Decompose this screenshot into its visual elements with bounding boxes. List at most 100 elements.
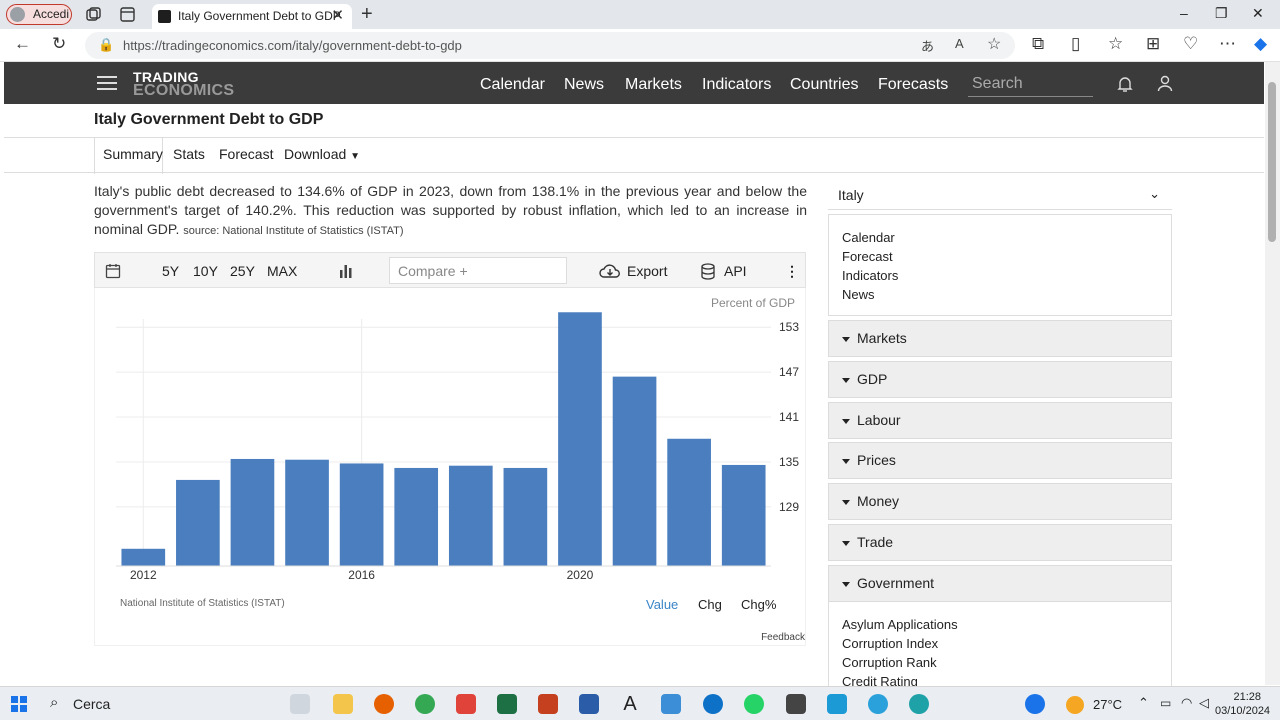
chg-tab[interactable]: Chg <box>698 597 722 612</box>
sidebar-item-corruption-index[interactable]: Corruption Index <box>842 634 1158 653</box>
volume-icon[interactable]: ◁ <box>1199 695 1209 711</box>
telegram-icon[interactable] <box>868 694 888 714</box>
read-aloud-icon[interactable]: A <box>955 36 964 51</box>
country-select[interactable]: Italy ⌄ <box>828 178 1172 210</box>
bar-2018[interactable] <box>448 465 493 566</box>
profile-button[interactable]: Accedi <box>6 4 72 25</box>
nav-countries[interactable]: Countries <box>790 76 858 94</box>
nav-calendar[interactable]: Calendar <box>480 76 545 94</box>
search-input[interactable]: Search <box>968 73 1093 97</box>
firefox-icon[interactable] <box>374 694 394 714</box>
chart-type-bar-icon[interactable] <box>339 264 353 278</box>
tab-download[interactable]: Download ▼ <box>284 146 360 162</box>
temperature[interactable]: 27°C <box>1093 697 1122 712</box>
browser-tab-active[interactable]: Italy Government Debt to GDP ✕ <box>152 4 352 29</box>
clock[interactable]: 21:28 03/10/2024 <box>1215 690 1270 718</box>
user-account-icon[interactable] <box>1157 75 1173 92</box>
cloud-download-icon[interactable] <box>599 263 621 279</box>
favorite-star-icon[interactable]: ☆ <box>987 34 1001 54</box>
store-icon[interactable] <box>827 694 847 714</box>
sidebar-link-forecast[interactable]: Forecast <box>842 247 1158 266</box>
bar-2013[interactable] <box>176 479 220 566</box>
file-explorer-icon[interactable] <box>333 694 353 714</box>
copilot-icon[interactable]: ◆ <box>1254 34 1267 54</box>
calendar-icon[interactable] <box>105 263 121 279</box>
collections-icon[interactable]: ⊞ <box>1146 34 1160 54</box>
back-icon[interactable]: ← <box>14 34 31 54</box>
translate-icon[interactable]: あ <box>921 36 934 55</box>
weather-icon[interactable] <box>1066 696 1084 714</box>
task-view-icon[interactable] <box>290 694 310 714</box>
tray-chevron-up-icon[interactable]: ⌃ <box>1138 695 1149 711</box>
taskbar-search[interactable]: Cerca <box>73 696 110 712</box>
lock-icon[interactable]: 🔒 <box>98 37 114 53</box>
api-button[interactable]: API <box>724 263 747 279</box>
powerpoint-icon[interactable] <box>538 694 558 714</box>
bar-2023[interactable] <box>721 464 766 566</box>
chg-pct-tab[interactable]: Chg% <box>741 597 776 612</box>
maximize-button[interactable]: ❐ <box>1215 5 1228 22</box>
close-tab-icon[interactable]: ✕ <box>331 4 344 28</box>
bar-2021[interactable] <box>612 376 657 566</box>
chart-more-options-icon[interactable]: ⋮ <box>785 263 799 280</box>
sidebar-link-calendar[interactable]: Calendar <box>842 228 1158 247</box>
page-scrollbar[interactable] <box>1265 62 1280 685</box>
workspaces-icon[interactable] <box>85 6 102 23</box>
search-icon[interactable]: ⌕ <box>50 694 58 711</box>
sidebar-section-money[interactable]: Money <box>828 483 1172 520</box>
nav-forecasts[interactable]: Forecasts <box>878 76 948 94</box>
minimize-button[interactable]: – <box>1180 5 1188 21</box>
wifi-icon[interactable]: ◠ <box>1181 695 1192 711</box>
feedback-link[interactable]: Feedback <box>761 632 805 643</box>
tab-stats[interactable]: Stats <box>173 146 205 162</box>
range-5y-button[interactable]: 5Y <box>162 263 179 279</box>
anydesk-icon[interactable] <box>456 694 476 714</box>
browser-essentials-icon[interactable]: ♡ <box>1183 34 1198 54</box>
refresh-icon[interactable]: ↻ <box>52 34 66 54</box>
close-window-button[interactable]: ✕ <box>1252 5 1264 22</box>
range-max-button[interactable]: MAX <box>267 263 297 279</box>
sidebar-section-gdp[interactable]: GDP <box>828 361 1172 398</box>
logo-line2[interactable]: ECONOMICS <box>133 83 234 99</box>
hamburger-menu-icon[interactable] <box>97 76 117 90</box>
word-icon[interactable] <box>579 694 599 714</box>
sidebar-item-asylum-applications[interactable]: Asylum Applications <box>842 615 1158 634</box>
bar-2020[interactable] <box>558 312 602 566</box>
3cx-icon[interactable] <box>786 694 806 714</box>
windows-start-icon[interactable] <box>11 696 27 712</box>
compare-input[interactable]: Compare + <box>389 257 567 284</box>
sidebar-section-government[interactable]: Government <box>828 565 1172 602</box>
sidebar-link-indicators[interactable]: Indicators <box>842 266 1158 285</box>
font-app-icon[interactable]: A <box>620 694 640 714</box>
scrollbar-thumb[interactable] <box>1268 82 1276 242</box>
database-api-icon[interactable] <box>701 263 715 280</box>
value-tab[interactable]: Value <box>646 597 678 612</box>
range-25y-button[interactable]: 25Y <box>230 263 255 279</box>
help-icon[interactable] <box>1025 694 1045 714</box>
remote-app-icon[interactable] <box>661 694 681 714</box>
teamviewer-icon[interactable] <box>703 694 723 714</box>
notifications-bell-icon[interactable] <box>1117 76 1133 93</box>
bar-2014[interactable] <box>230 458 275 566</box>
sidebar-section-markets[interactable]: Markets <box>828 320 1172 357</box>
tab-forecast[interactable]: Forecast <box>219 146 273 162</box>
address-bar[interactable]: 🔒 https://tradingeconomics.com/italy/gov… <box>85 32 1015 59</box>
nav-news[interactable]: News <box>564 76 604 94</box>
network-icon[interactable]: ▭ <box>1160 696 1171 710</box>
chrome-icon[interactable] <box>415 694 435 714</box>
nav-markets[interactable]: Markets <box>625 76 682 94</box>
export-button[interactable]: Export <box>627 263 667 279</box>
more-menu-icon[interactable]: ⋯ <box>1219 34 1236 54</box>
bar-2017[interactable] <box>394 467 439 566</box>
bar-2022[interactable] <box>667 438 711 566</box>
bar-2012[interactable] <box>121 548 166 566</box>
bar-2019[interactable] <box>503 467 548 566</box>
nav-indicators[interactable]: Indicators <box>702 76 771 94</box>
tab-actions-icon[interactable] <box>119 6 136 23</box>
whatsapp-icon[interactable] <box>744 694 764 714</box>
range-10y-button[interactable]: 10Y <box>193 263 218 279</box>
favorites-icon[interactable]: ☆ <box>1108 34 1123 54</box>
sidebar-section-prices[interactable]: Prices <box>828 442 1172 479</box>
bar-2015[interactable] <box>285 459 329 566</box>
new-tab-icon[interactable]: + <box>361 3 373 26</box>
